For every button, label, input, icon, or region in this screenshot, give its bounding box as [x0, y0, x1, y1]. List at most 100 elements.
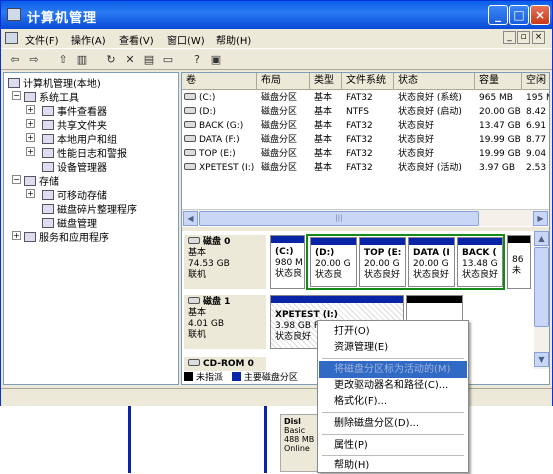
menu-separator	[322, 412, 464, 413]
cell-status: 状态良好	[398, 149, 435, 159]
column-header-free[interactable]: 空闲	[522, 73, 549, 90]
expand-local-users-icon[interactable]: +	[26, 133, 35, 142]
disk-management-icon	[42, 218, 54, 228]
tree-item-disk-management[interactable]: 磁盘管理	[42, 215, 97, 230]
scroll-thumb[interactable]: |||	[199, 211, 479, 226]
delete-icon[interactable]: ✕	[122, 52, 138, 67]
mdi-restore-button[interactable]: ▫	[517, 31, 530, 44]
column-header-filesystem[interactable]: 文件系统	[342, 73, 394, 90]
scroll-left-button[interactable]: ◀	[183, 211, 198, 226]
column-header-volume[interactable]: 卷	[182, 73, 257, 90]
minimize-button[interactable]: _	[488, 5, 508, 25]
unallocated-bar	[508, 236, 530, 243]
legend-primary-label: 主要磁盘分区	[243, 373, 298, 383]
menu-item-explore[interactable]: 资源管理(E)	[319, 339, 467, 356]
refresh-icon[interactable]: ↻	[103, 52, 119, 67]
console-tree: 计算机管理(本地) − 系统工具 + 事件查看器 + 共享文件夹 + 本地用户和…	[3, 72, 179, 385]
scroll-down-button[interactable]: ▼	[534, 352, 549, 367]
menu-item-open[interactable]: 打开(O)	[319, 323, 467, 340]
menu-item-mark-active[interactable]: 将磁盘分区标为活动的(M)	[319, 361, 467, 378]
tree-item-device-manager[interactable]: 设备管理器	[42, 159, 107, 174]
show-tree-icon[interactable]: ▥	[74, 52, 90, 67]
tree-item-storage[interactable]: 存储	[24, 173, 59, 188]
storage-icon	[24, 176, 36, 186]
collapse-storage-icon[interactable]: −	[12, 175, 21, 184]
tree-item-shared-folders[interactable]: 共享文件夹	[42, 117, 107, 132]
export-icon[interactable]: ▣	[208, 52, 224, 67]
volume-name: (C:)	[199, 93, 216, 103]
partition-top-e[interactable]: TOP (E: 20.00 G 状态良好	[359, 237, 406, 287]
expand-services-icon[interactable]: +	[12, 231, 21, 240]
tools-icon	[24, 92, 36, 102]
tree-root[interactable]: 计算机管理(本地)	[8, 75, 101, 90]
partition-name: BACK (	[462, 248, 497, 258]
partition-status: 状态良好	[462, 270, 499, 280]
drive-icon	[184, 107, 196, 114]
menu-file[interactable]: 文件(F)	[25, 32, 59, 47]
vertical-scroll-thumb[interactable]	[534, 247, 549, 327]
tree-item-perf-logs[interactable]: 性能日志和警报	[42, 145, 127, 160]
tree-item-defrag[interactable]: 磁盘碎片整理程序	[42, 201, 137, 216]
tree-item-label: 服务和应用程序	[39, 233, 109, 244]
partition-c[interactable]: (C:) 980 M 状态良	[270, 235, 305, 289]
disk-0-label: 磁盘 0	[188, 237, 262, 248]
cell-filesystem: FAT32	[346, 163, 373, 173]
partition-unallocated[interactable]: 86 未	[507, 235, 531, 289]
tree-item-event-viewer[interactable]: 事件查看器	[42, 103, 107, 118]
tree-item-label: 设备管理器	[57, 163, 107, 174]
scroll-right-button[interactable]: ▶	[533, 211, 548, 226]
menu-action[interactable]: 操作(A)	[71, 32, 106, 47]
partition-status: 状态良好	[413, 270, 450, 280]
partition-back-g[interactable]: BACK ( 13.48 G 状态良好	[457, 237, 503, 287]
cell-status: 状态良好 (系统)	[398, 93, 462, 103]
expand-event-viewer-icon[interactable]: +	[26, 105, 35, 114]
tree-item-services-apps[interactable]: 服务和应用程序	[24, 229, 109, 244]
menu-window[interactable]: 窗口(W)	[167, 32, 205, 47]
expand-removable-icon[interactable]: +	[26, 189, 35, 198]
back-arrow-icon[interactable]: ⇦	[7, 52, 23, 67]
menu-item-properties[interactable]: 属性(P)	[319, 437, 467, 454]
column-header-status[interactable]: 状态	[394, 73, 475, 90]
cdrom-header[interactable]: CD-ROM 0	[184, 357, 266, 371]
tree-item-system-tools[interactable]: 系统工具	[24, 89, 79, 104]
tree-item-local-users[interactable]: 本地用户和组	[42, 131, 117, 146]
menu-item-change-drive-letter[interactable]: 更改驱动器名和路径(C)...	[319, 377, 467, 394]
menu-view[interactable]: 查看(V)	[119, 32, 154, 47]
pane-splitter[interactable]	[182, 227, 549, 231]
vertical-scrollbar[interactable]: ▲ ▼	[534, 231, 549, 369]
cell-filesystem: FAT32	[346, 93, 373, 103]
up-folder-icon[interactable]: ⇧	[55, 52, 71, 67]
horizontal-scrollbar[interactable]: ◀ ||| ▶	[182, 209, 549, 226]
expand-perf-logs-icon[interactable]: +	[26, 147, 35, 156]
column-header-layout[interactable]: 布局	[257, 73, 310, 90]
scroll-up-button[interactable]: ▲	[534, 231, 549, 246]
cell-status: 状态良好 (活动)	[398, 163, 462, 173]
desktop-background: Disl Basic 488 MB Online	[0, 406, 553, 473]
help-icon[interactable]: ?	[189, 52, 205, 67]
partition-d[interactable]: (D:) 20.00 G 状态良	[310, 237, 357, 287]
menu-item-format[interactable]: 格式化(F)...	[319, 393, 467, 410]
forward-arrow-icon[interactable]: ⇨	[26, 52, 42, 67]
menu-item-help[interactable]: 帮助(H)	[319, 457, 467, 474]
column-header-capacity[interactable]: 容量	[475, 73, 522, 90]
close-button[interactable]: ×	[530, 5, 550, 25]
partition-data-f[interactable]: DATA (I 20.00 G 状态良好	[408, 237, 455, 287]
title-bar[interactable]: 计算机管理 _ □ ×	[1, 1, 552, 29]
mmc-document-icon[interactable]	[5, 32, 18, 44]
disk-1-header[interactable]: 磁盘 1 基本 4.01 GB 联机	[184, 295, 266, 349]
properties-icon[interactable]: ▤	[141, 52, 157, 67]
maximize-button[interactable]: □	[509, 5, 529, 25]
mdi-close-button[interactable]: ×	[532, 31, 545, 44]
cell-free: 2.53	[526, 163, 547, 173]
disk-1-type: 基本	[188, 308, 207, 318]
menu-item-delete-partition[interactable]: 删除磁盘分区(D)...	[319, 415, 467, 432]
disk-0-header[interactable]: 磁盘 0 基本 74.53 GB 联机	[184, 235, 266, 289]
expand-shared-folders-icon[interactable]: +	[26, 119, 35, 128]
tree-item-removable-storage[interactable]: 可移动存储	[42, 187, 107, 202]
menu-help[interactable]: 帮助(H)	[216, 32, 251, 47]
hard-disk-icon	[188, 237, 200, 244]
collapse-system-tools-icon[interactable]: −	[12, 91, 21, 100]
mdi-minimize-button[interactable]: _	[503, 31, 516, 44]
column-header-type[interactable]: 类型	[310, 73, 342, 90]
folder-icon[interactable]: ▭	[160, 52, 176, 67]
